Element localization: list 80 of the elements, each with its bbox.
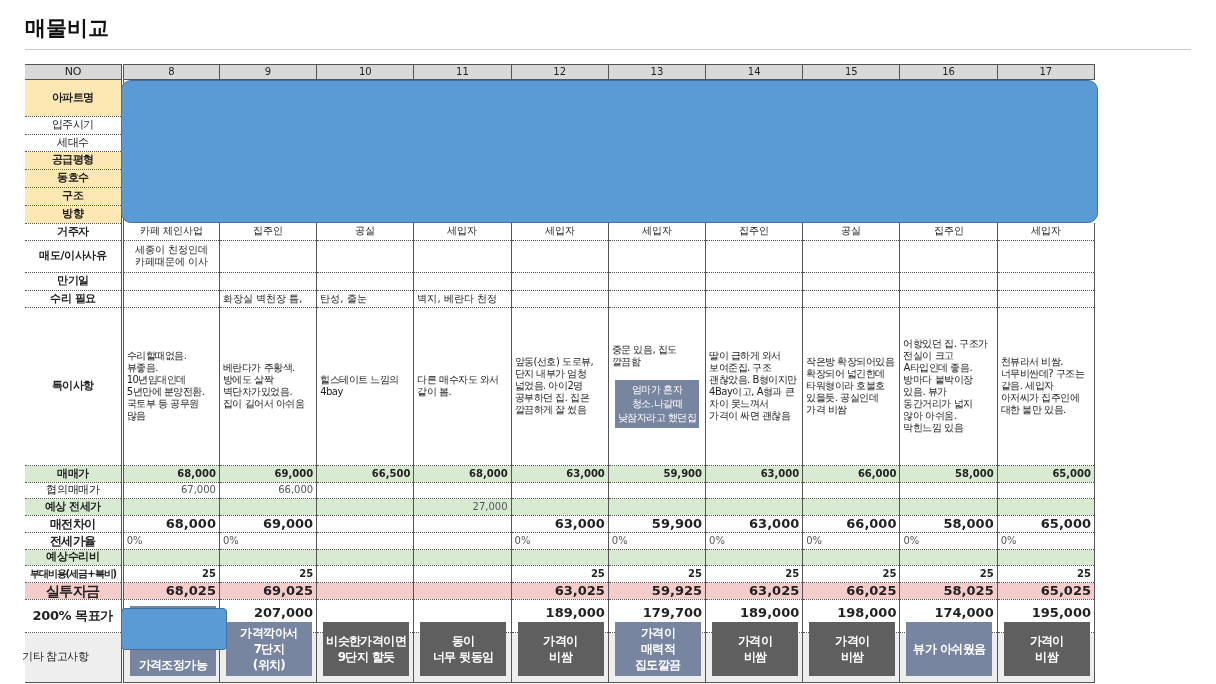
resident-cell: 집주인 [705,223,803,240]
target-price: 195,000 [1031,604,1091,620]
sticky-note: 비슷한가격이면 9단지 할듯 [323,621,410,676]
ratio-cell: 0% [899,532,998,549]
row-label: 실투자금 [25,582,123,599]
cost-cell: 25 [899,565,998,582]
target-price: 174,000 [934,604,994,620]
remarks-text: 어항있던 집. 구조가 전실이 크고 A타입인데 좋음. 방마다 붙박이장 있음. 뷰가 동간거리가 넓지 않아 아쉬움. 막힌느낌 있음 [903,338,989,434]
resident-cell: 공실 [316,223,414,240]
row-label: 전세가율 [25,532,123,549]
resident-cell: 공실 [802,223,900,240]
target-price: 179,700 [642,604,703,620]
remarks-text: 천뷰라서 비쌈. 너무비싼데? 구조는 같음. 세입자 아저씨가 집주인에 대한 불만 있음. [1000,356,1086,416]
resident-cell: 세입자 [608,223,706,240]
remarks-text: 앞동(선호) 도로뷰, 단지 내부가 엄청 넓었음. 아이2명 공부하던 집. 집은 깔끔하게 잘 썼음 [514,356,595,416]
row-label: 입주시기 [25,116,123,135]
resident-cell: 집주인 [219,223,317,240]
column-header: 9 [219,64,317,80]
resident-cell: 세입자 [413,223,512,240]
row-label: 특이사항 [25,307,123,465]
reason-cell: 세종이 친정인데 카페때문에 이사 [122,240,220,272]
target-price: 189,000 [740,604,800,620]
remarks-text: 딸이 급하게 와서 보여준집. 구조 괜찮았음. B형이지만 4Bay이고, A형과 큰 차이 못느껴서 가격이 싸면 괜찮음 [709,350,798,422]
price-cell: 68,000 [413,465,512,482]
row-label: 부대비용(세금+복비) [25,565,123,582]
row-label: 거주자 [25,223,123,240]
sticky-note: 가격이 비쌈 [517,621,604,676]
price-cell: 27,000 [413,498,512,515]
column-header: NO [25,64,123,80]
row-label: 200% 목표가 [25,599,123,632]
sticky-note: 가격이 비쌈 [1003,621,1090,676]
column-header: 10 [316,64,414,80]
row-label: 협의매매가 [25,482,123,498]
row-label: 공급평형 [25,151,123,170]
column-header: 13 [608,64,706,80]
resident-cell: 세입자 [997,223,1095,240]
resident-cell: 세입자 [511,223,609,240]
column-header: 16 [899,64,998,80]
repair-cell: 벽지, 베란다 천정 [413,290,512,307]
remarks-text: 작은방 확장되어있음 확장되어 넓긴한데 타워형이라 호불호 있을듯. 공실인데 가격 비쌈 [806,356,896,416]
price-cell: 58,000 [899,465,998,482]
sticky-note: 가격깍아서 7단지 (위치) [225,621,312,676]
sticky-note: 뷰가 아쉬웠음 [906,621,993,676]
row-label: 수리 필요 [25,290,123,307]
target-price: 189,000 [545,604,605,620]
row-label: 세대수 [25,134,123,152]
sticky-note: 가격이 비쌈 [809,621,896,676]
resident-cell: 집주인 [899,223,998,240]
remarks-text: 수리할때없음. 뷰좋음. 10년임대인데 5년만에 분양전환. 국토부 등 공무원 많음 [126,350,206,422]
row-label: 방향 [25,205,123,223]
column-header: 14 [705,64,803,80]
price-cell: 58,025 [899,582,998,599]
price-cell: 58,000 [899,515,998,532]
column-header: 15 [802,64,900,80]
remarks-text: 힐스테이트 느낌의 4bay [320,374,400,398]
remarks-text: 베란다가 주황색. 방에도 살짝 벽단차가있었음. 집이 길어서 아쉬움 [222,362,306,410]
column-header: 11 [413,64,512,80]
column-header: 12 [511,64,609,80]
row-label: 매전차이 [25,515,123,532]
remarks-text: 다른 매수자도 와서 같이 봄. [417,374,500,398]
sticky-note: 동이 너무 뒷동임 [420,621,507,676]
column-header: 17 [997,64,1095,80]
row-label: 아파트명 [25,79,123,117]
row-label: 기타 참고사항 [25,632,123,682]
sticky-note: 엄마가 혼자 청소.나갈때 낮잠자라고 했던집 [614,380,699,428]
row-label: 매매가 [25,465,123,482]
sticky-note: 가격이 매력적 집도깔끔 [614,621,701,676]
row-label: 구조 [25,187,123,206]
page-title: 매물비교 [25,15,109,42]
row-label: 예상수리비 [25,549,123,565]
column-header: 8 [122,64,220,80]
row-label: 매도/이사사유 [25,240,123,272]
target-price: 207,000 [253,604,314,620]
row-label: 예상 전세가 [25,498,123,515]
row-label: 만기일 [25,272,123,290]
target-price: 198,000 [837,604,897,620]
sticky-note: 가격이 비쌈 [712,621,799,676]
remarks-text: 중문 있음, 집도 깔끔함 [611,344,678,368]
resident-cell: 카페 체인사업 [122,223,220,240]
row-label: 동호수 [25,169,123,188]
